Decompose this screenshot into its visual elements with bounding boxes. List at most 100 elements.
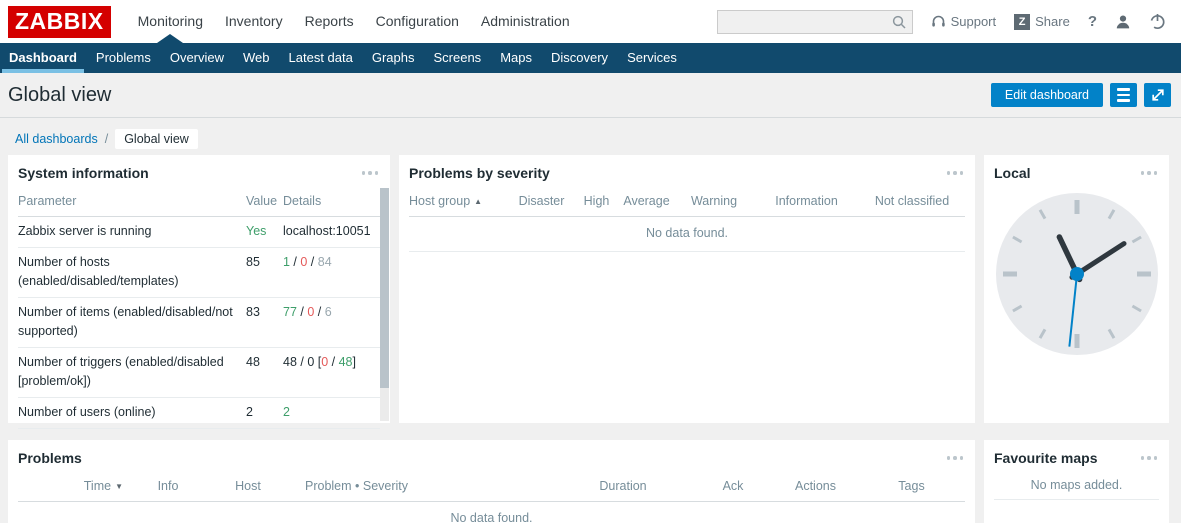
share-link[interactable]: Z Share [1014, 14, 1070, 30]
scrollbar-track[interactable] [380, 188, 389, 421]
zabbix-logo[interactable]: ZABBIX [8, 6, 111, 38]
search-input[interactable] [718, 12, 886, 32]
column-header-time[interactable]: Time▼ [18, 474, 133, 502]
menu-item-administration[interactable]: Administration [470, 0, 581, 43]
analog-clock [994, 191, 1160, 357]
logout-power-icon[interactable] [1149, 13, 1166, 30]
edit-dashboard-button[interactable]: Edit dashboard [991, 83, 1103, 107]
monitoring-subnav: Dashboard Problems Overview Web Latest d… [0, 43, 1181, 73]
tab-overview[interactable]: Overview [163, 43, 231, 73]
title-divider [0, 117, 1181, 118]
scrollbar-thumb[interactable] [380, 188, 389, 388]
menu-item-monitoring[interactable]: Monitoring [127, 0, 214, 43]
page-title: Global view [8, 84, 111, 107]
parameter-cell: Number of hosts (enabled/disabled/templa… [18, 248, 246, 298]
share-label: Share [1035, 14, 1070, 29]
tab-graphs[interactable]: Graphs [365, 43, 422, 73]
tab-discovery[interactable]: Discovery [544, 43, 615, 73]
sort-desc-icon: ▼ [115, 482, 123, 491]
column-header-actions: Actions [773, 474, 858, 502]
column-header-high: High [574, 189, 619, 217]
tab-web[interactable]: Web [236, 43, 277, 73]
widget-local-clock: Local [984, 155, 1169, 423]
details-cell: 77 / 0 / 6 [283, 298, 380, 348]
clock-center-dot [1070, 267, 1084, 281]
value-cell: Yes [246, 217, 283, 248]
widget-menu-icon[interactable] [360, 167, 381, 179]
breadcrumb-current[interactable]: Global view [115, 129, 198, 149]
detail-segment: 48 [339, 355, 353, 369]
column-header-warning: Warning [674, 189, 754, 217]
tab-services[interactable]: Services [620, 43, 684, 73]
table-row: Number of users (online)22 [18, 398, 380, 429]
detail-segment: / [307, 255, 317, 269]
tab-problems[interactable]: Problems [89, 43, 158, 73]
menu-item-reports[interactable]: Reports [294, 0, 365, 43]
detail-segment: ] [353, 355, 356, 369]
tab-maps[interactable]: Maps [493, 43, 539, 73]
widget-title: Favourite maps [994, 450, 1097, 466]
column-header-information: Information [754, 189, 859, 217]
search-box [717, 10, 913, 34]
problems-by-severity-table: Host group▲ Disaster High Average Warnin… [409, 189, 965, 252]
system-information-table: Parameter Value Details Zabbix server is… [18, 189, 380, 429]
widget-menu-icon[interactable] [1139, 167, 1160, 179]
column-header-average: Average [619, 189, 674, 217]
detail-segment: 77 [283, 305, 297, 319]
detail-segment: localhost:10051 [283, 224, 371, 238]
parameter-cell: Number of triggers (enabled/disabled [pr… [18, 348, 246, 398]
user-profile-icon[interactable] [1115, 14, 1131, 30]
detail-segment: / [297, 305, 307, 319]
breadcrumb: All dashboards / Global view [15, 128, 1173, 149]
table-row: Number of triggers (enabled/disabled [pr… [18, 348, 380, 398]
widget-menu-icon[interactable] [945, 167, 966, 179]
table-row: Number of hosts (enabled/disabled/templa… [18, 248, 380, 298]
tab-dashboard[interactable]: Dashboard [2, 43, 84, 73]
widget-system-information: System information Parameter Value Detai… [8, 155, 390, 423]
title-actions: Edit dashboard [991, 83, 1171, 107]
column-header-host-group[interactable]: Host group▲ [409, 189, 509, 217]
breadcrumb-all-dashboards[interactable]: All dashboards [15, 132, 98, 146]
detail-segment: 1 [283, 255, 290, 269]
column-header-tags: Tags [858, 474, 965, 502]
detail-segment: 2 [283, 405, 290, 419]
detail-segment: 6 [325, 305, 332, 319]
widget-favourite-maps: Favourite maps No maps added. [984, 440, 1169, 523]
column-header-problem-severity: Problem • Severity [293, 474, 553, 502]
column-header-info: Info [133, 474, 203, 502]
tab-screens[interactable]: Screens [426, 43, 488, 73]
expand-arrows-icon [1150, 87, 1166, 103]
parameter-cell: Number of users (online) [18, 398, 246, 429]
details-cell: 48 / 0 [0 / 48] [283, 348, 380, 398]
fullscreen-button[interactable] [1144, 83, 1171, 107]
widget-title: Local [994, 165, 1031, 181]
support-link[interactable]: Support [931, 14, 997, 29]
top-bar: ZABBIX Monitoring Inventory Reports Conf… [0, 0, 1181, 43]
detail-segment: / [328, 355, 338, 369]
no-data-message: No data found. [409, 217, 965, 252]
detail-segment: 84 [318, 255, 332, 269]
tab-latest-data[interactable]: Latest data [282, 43, 360, 73]
column-header-host: Host [203, 474, 293, 502]
breadcrumb-separator: / [105, 132, 108, 146]
search-icon[interactable] [886, 15, 912, 29]
menu-item-inventory[interactable]: Inventory [214, 0, 294, 43]
column-header-duration: Duration [553, 474, 693, 502]
no-data-message: No data found. [18, 502, 965, 523]
detail-segment: / [314, 305, 324, 319]
dashboard-list-button[interactable] [1110, 83, 1137, 107]
widget-title: Problems [18, 450, 82, 466]
hamburger-icon [1117, 88, 1130, 102]
detail-segment: / [290, 255, 300, 269]
headset-icon [931, 14, 946, 29]
widget-menu-icon[interactable] [1139, 452, 1160, 464]
parameter-cell: Zabbix server is running [18, 217, 246, 248]
widget-menu-icon[interactable] [945, 452, 966, 464]
widget-title: System information [18, 165, 149, 181]
column-header-details: Details [283, 189, 380, 217]
menu-item-configuration[interactable]: Configuration [365, 0, 470, 43]
help-button[interactable]: ? [1088, 13, 1097, 30]
widget-problems-by-severity: Problems by severity Host group▲ Disaste… [399, 155, 975, 423]
system-information-body: Zabbix server is runningYeslocalhost:100… [18, 217, 380, 429]
dashboard-grid: System information Parameter Value Detai… [8, 155, 1169, 523]
